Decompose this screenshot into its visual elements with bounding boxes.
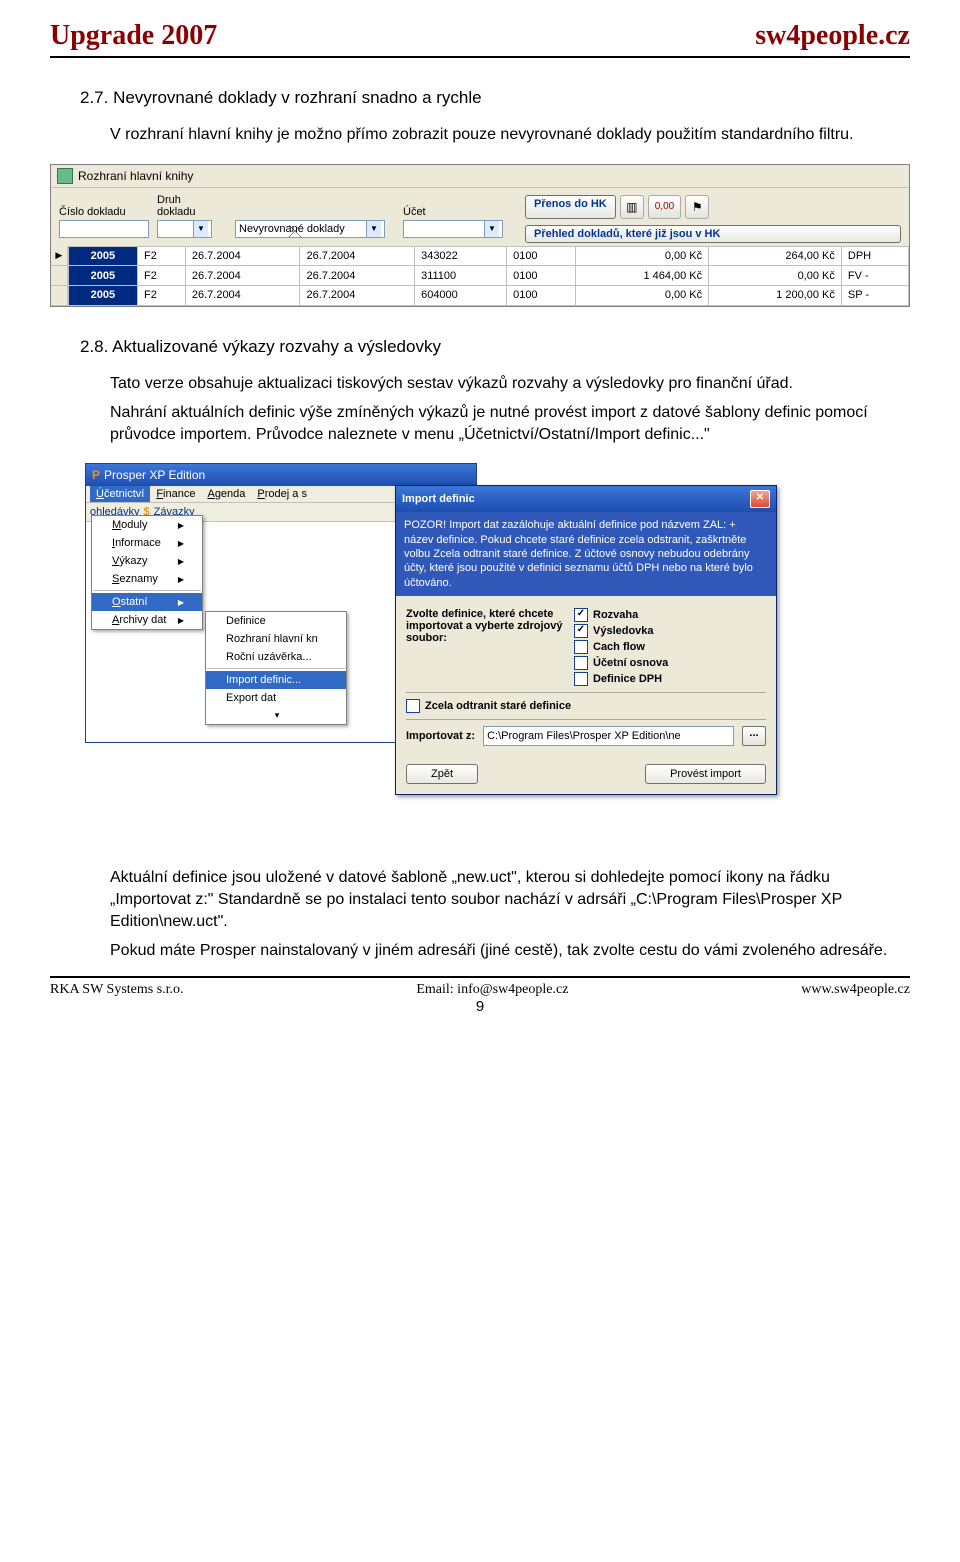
checkbox-cach-flow[interactable]: Cach flow xyxy=(574,640,668,654)
table-row[interactable]: 2005F226.7.200426.7.200431110001001 464,… xyxy=(68,266,908,286)
app1-titlebar: Rozhraní hlavní knihy xyxy=(51,165,909,188)
footer-right: www.sw4people.cz xyxy=(801,982,910,998)
menu-item[interactable]: Výkazy▶ xyxy=(92,552,202,570)
table-row[interactable]: 2005F226.7.200426.7.200460400001000,00 K… xyxy=(68,285,908,305)
prehled-button[interactable]: Přehled dokladů, které již jsou v HK xyxy=(525,225,901,243)
menu-item[interactable]: Definice xyxy=(206,612,346,630)
dialog-warning: POZOR! Import dat zazálohuje aktuální de… xyxy=(396,512,776,595)
row-marker-icon: ▶ xyxy=(51,246,67,266)
import-dialog: Import definic ✕ POZOR! Import dat zazál… xyxy=(395,485,777,794)
document-icon[interactable]: ▥ xyxy=(620,195,644,219)
chevron-down-icon: ▼ xyxy=(193,221,208,237)
screenshot-grid-interface: Rozhraní hlavní knihy Číslo dokladu Druh… xyxy=(50,164,910,307)
section-2-8-p1: Tato verze obsahuje aktualizaci tiskovýc… xyxy=(110,373,910,395)
checkbox-rozvaha[interactable]: ✓Rozvaha xyxy=(574,608,668,622)
section-2-8-title: 2.8. Aktualizované výkazy rozvahy a výsl… xyxy=(80,337,910,357)
menu-item[interactable]: Seznamy▶ xyxy=(92,570,202,588)
checkbox-účetní-osnova[interactable]: Účetní osnova xyxy=(574,656,668,670)
menu-item[interactable]: Export dat xyxy=(206,689,346,707)
cislo-input[interactable] xyxy=(59,220,149,238)
section-2-7-title: 2.7. Nevyrovnané doklady v rozhraní snad… xyxy=(80,88,910,108)
filter-value: Nevyrovnané doklady xyxy=(239,223,345,235)
menu-item[interactable]: Informace▶ xyxy=(92,534,202,552)
menu-item[interactable]: Účetnictví xyxy=(90,486,150,502)
page-number: 9 xyxy=(50,998,910,1015)
page-footer: RKA SW Systems s.r.o. Email: info@sw4peo… xyxy=(50,978,910,998)
prenos-button[interactable]: Přenos do HK xyxy=(525,195,616,219)
section-2-8-p2: Nahrání aktuálních definic výše zmíněnýc… xyxy=(110,402,910,445)
menu-item[interactable]: Prodej a s xyxy=(251,486,313,502)
menu-item[interactable]: Archivy dat▶ xyxy=(92,611,202,629)
row-selector-column: ▶ xyxy=(51,246,68,306)
druh-combo[interactable]: ▼ xyxy=(157,220,212,238)
menu-item[interactable]: Ostatní▶ xyxy=(92,593,202,611)
menu-item[interactable]: Finance xyxy=(150,486,201,502)
remove-old-label: Zcela odtranit staré definice xyxy=(425,700,571,712)
checkbox-icon xyxy=(574,656,588,670)
expand-chevron-icon[interactable]: ▾ xyxy=(206,707,346,724)
checkbox-icon xyxy=(574,640,588,654)
app-icon: P xyxy=(92,468,100,482)
submenu-ostatni[interactable]: DefiniceRozhraní hlavní knRoční uzávěrka… xyxy=(205,611,347,725)
menu-item[interactable]: Import definic... xyxy=(206,671,346,689)
import-button[interactable]: Provést import xyxy=(645,764,766,784)
menu-ucetnictvi[interactable]: Moduly▶Informace▶Výkazy▶Seznamy▶ Ostatní▶… xyxy=(91,515,203,630)
checkbox-výsledovka[interactable]: ✓Výsledovka xyxy=(574,624,668,638)
checkbox-icon: ✓ xyxy=(574,624,588,638)
amount-badge: 0,00 xyxy=(648,195,681,219)
data-grid: 2005F226.7.200426.7.200434302201000,00 K… xyxy=(68,246,909,306)
menu-item[interactable]: Rozhraní hlavní kn xyxy=(206,630,346,648)
footer-mid: Email: info@sw4people.cz xyxy=(416,982,568,998)
choose-label: Zvolte definice, které chcete importovat… xyxy=(406,608,566,644)
checkbox-definice-dph[interactable]: Definice DPH xyxy=(574,672,668,686)
footer-left: RKA SW Systems s.r.o. xyxy=(50,982,184,998)
section-2-7-body: V rozhraní hlavní knihy je možno přímo z… xyxy=(110,124,910,146)
checkbox-icon: ✓ xyxy=(574,608,588,622)
dialog-title-text: Import definic xyxy=(402,493,475,505)
import-from-label: Importovat z: xyxy=(406,730,475,742)
browse-button[interactable]: ... xyxy=(742,726,766,746)
chevron-down-icon: ▼ xyxy=(484,221,499,237)
table-row[interactable]: 2005F226.7.200426.7.200434302201000,00 K… xyxy=(68,246,908,266)
dialog-titlebar: Import definic ✕ xyxy=(396,486,776,512)
filter-combo[interactable]: Nevyrovnané doklady ▼ xyxy=(235,220,385,238)
menu-item[interactable]: Moduly▶ xyxy=(92,516,202,534)
menu-item[interactable]: Roční uzávěrka... xyxy=(206,648,346,666)
checkbox-icon xyxy=(406,699,420,713)
ucet-combo[interactable]: ▼ xyxy=(403,220,503,238)
app1-title-text: Rozhraní hlavní knihy xyxy=(78,169,193,183)
import-path-input[interactable] xyxy=(483,726,734,746)
back-button[interactable]: Zpět xyxy=(406,764,478,784)
col-ucet-label: Účet xyxy=(403,206,513,220)
main-window-title: Prosper XP Edition xyxy=(104,468,205,482)
para-4: Pokud máte Prosper nainstalovaný v jiném… xyxy=(110,940,910,962)
app-icon xyxy=(57,168,73,184)
para-3: Aktuální definice jsou uložené v datové … xyxy=(110,867,910,932)
chevron-down-icon: ▼ xyxy=(366,221,381,237)
menu-item[interactable]: Agenda xyxy=(201,486,251,502)
remove-old-checkbox[interactable]: Zcela odtranit staré definice xyxy=(406,699,766,713)
main-window-titlebar: P Prosper XP Edition xyxy=(86,464,476,486)
flag-icon[interactable]: ⚑ xyxy=(685,195,709,219)
col-druh-label: Druhdokladu xyxy=(157,194,227,220)
screenshot-menu-dialog: P Prosper XP Edition ÚčetnictvíFinanceAg… xyxy=(85,463,910,843)
page-header: Upgrade 2007 sw4people.cz xyxy=(50,20,910,58)
header-right: sw4people.cz xyxy=(755,20,910,52)
checkbox-icon xyxy=(574,672,588,686)
header-left: Upgrade 2007 xyxy=(50,20,217,52)
col-cislo-label: Číslo dokladu xyxy=(59,206,149,220)
close-icon[interactable]: ✕ xyxy=(750,490,770,508)
